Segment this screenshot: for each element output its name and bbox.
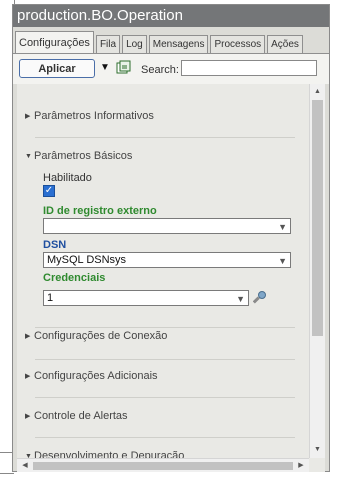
section-divider [35,327,295,328]
scroll-left-icon[interactable]: ◀ [19,459,31,472]
dsn-label: DSN [43,239,67,251]
tab-bar: Configurações Fila Log Mensagens Process… [15,31,305,53]
credenciais-select[interactable]: 1 ▼ [43,290,249,306]
tab-log[interactable]: Log [122,35,147,53]
settings-content: ▶ Parâmetros Informativos ▼ Parâmetros Bás… [17,84,325,472]
dropdown-arrow-icon: ▼ [278,256,287,266]
dropdown-arrow-icon: ▼ [278,222,287,232]
horizontal-scrollbar[interactable]: ◀ ▶ [17,458,309,472]
habilitado-label: Habilitado [43,172,92,184]
filter-icon[interactable]: ▼ [100,62,110,73]
section-configuracoes-adicionais[interactable]: ▶ Configurações Adicionais [25,370,158,382]
tab-acoes[interactable]: Ações [267,35,303,53]
section-label: Configurações de Conexão [34,330,168,342]
credenciais-value: 1 [47,292,54,304]
dsn-select[interactable]: MySQL DSNsys ▼ [43,252,291,268]
apply-button[interactable]: Aplicar [19,59,95,78]
tab-mensagens[interactable]: Mensagens [148,35,209,53]
settings-panel: production.BO.Operation Configurações Fi… [12,4,330,472]
section-label: Controle de Alertas [34,410,128,422]
vertical-scroll-thumb[interactable] [312,100,323,336]
section-label: Parâmetros Básicos [34,150,133,162]
wrench-icon[interactable] [253,290,267,304]
section-label: Configurações Adicionais [34,370,158,382]
dropdown-arrow-icon: ▼ [236,294,245,304]
collapse-arrow-icon: ▼ [25,153,32,160]
section-divider [35,137,295,138]
expand-arrow-icon: ▶ [25,113,31,120]
tab-processos[interactable]: Processos [210,35,266,53]
refresh-icon[interactable] [116,60,131,75]
horizontal-scroll-thumb[interactable] [33,462,293,470]
search-label: Search: [141,64,179,76]
section-divider [35,397,295,398]
search-input[interactable] [181,60,317,76]
expand-arrow-icon: ▶ [25,373,31,380]
dsn-value: MySQL DSNsys [47,254,127,266]
habilitado-checkbox[interactable]: ✓ [43,185,55,197]
credenciais-label: Credenciais [43,272,106,284]
id-registro-select[interactable]: ▼ [43,218,291,234]
section-parametros-basicos[interactable]: ▼ Parâmetros Básicos [25,150,132,162]
tab-configuracoes[interactable]: Configurações [15,31,94,53]
vertical-scrollbar[interactable]: ▲ ▼ [309,84,325,458]
toolbar: Aplicar ▼ Search: [13,54,329,84]
section-label: Parâmetros Informativos [34,110,154,122]
section-controle-alertas[interactable]: ▶ Controle de Alertas [25,410,128,422]
expand-arrow-icon: ▶ [25,333,31,340]
section-divider [35,359,295,360]
id-registro-label: ID de registro externo [43,205,157,217]
section-divider [35,437,295,438]
scroll-up-icon[interactable]: ▲ [310,86,325,98]
panel-title: production.BO.Operation [13,5,329,27]
section-configuracoes-conexao[interactable]: ▶ Configurações de Conexão [25,330,167,342]
tab-fila[interactable]: Fila [95,35,121,53]
section-parametros-informativos[interactable]: ▶ Parâmetros Informativos [25,110,154,122]
scroll-right-icon[interactable]: ▶ [295,459,307,472]
scroll-down-icon[interactable]: ▼ [310,444,325,456]
expand-arrow-icon: ▶ [25,413,31,420]
